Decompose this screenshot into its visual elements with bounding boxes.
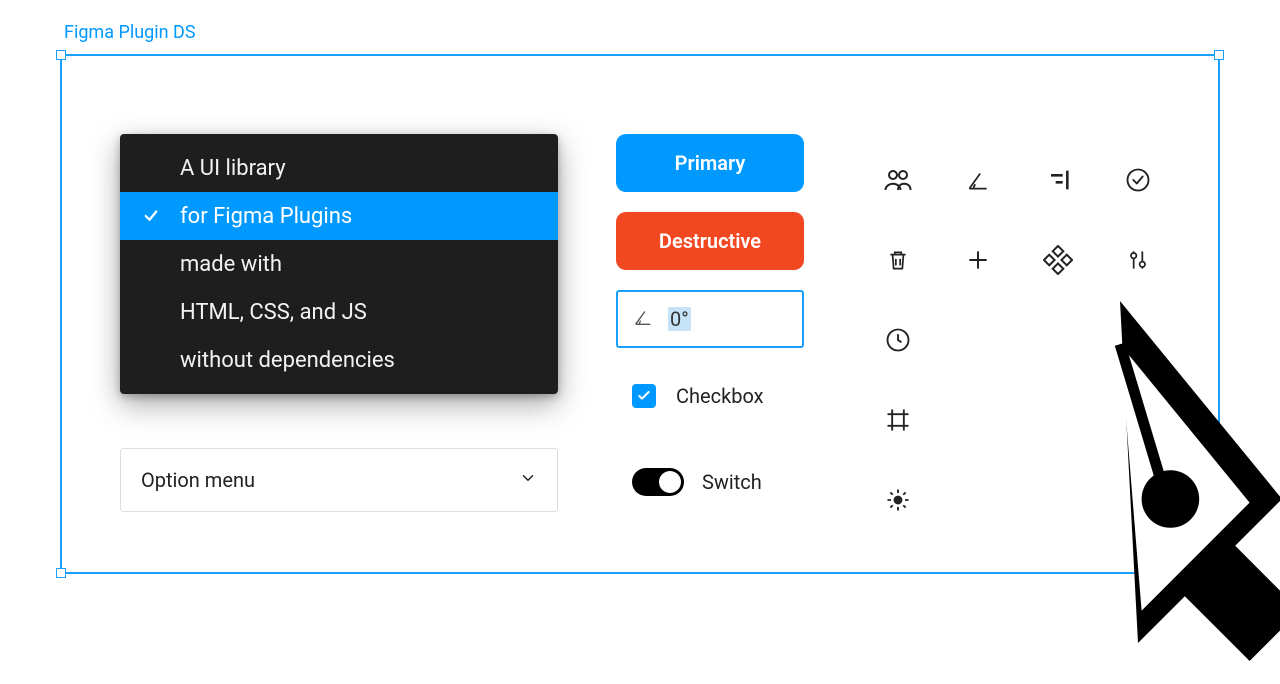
- angle-icon[interactable]: [958, 160, 998, 200]
- menu-item[interactable]: HTML, CSS, and JS: [120, 288, 558, 336]
- frame-label: Figma Plugin DS: [64, 22, 196, 43]
- angle-icon: [632, 306, 654, 333]
- angle-value: 0°: [668, 307, 691, 331]
- resize-handle-tr[interactable]: [1214, 50, 1224, 60]
- check-icon: [140, 205, 162, 227]
- switch-label: Switch: [702, 470, 762, 494]
- adjust-icon[interactable]: [1118, 240, 1158, 280]
- components-icon[interactable]: [1038, 240, 1078, 280]
- align-right-text-icon[interactable]: [1038, 160, 1078, 200]
- button-label: Primary: [675, 151, 746, 175]
- menu-item[interactable]: made with: [120, 240, 558, 288]
- menu-item-selected[interactable]: for Figma Plugins: [120, 192, 558, 240]
- resize-handle-bl[interactable]: [56, 568, 66, 578]
- resize-handle-tl[interactable]: [56, 50, 66, 60]
- switch-toggle[interactable]: [632, 468, 684, 496]
- check-circle-icon[interactable]: [1118, 160, 1158, 200]
- select-label: Option menu: [141, 468, 255, 492]
- check-icon: [636, 388, 652, 404]
- check-placeholder: [140, 349, 162, 371]
- people-icon[interactable]: [878, 160, 918, 200]
- frame-icon[interactable]: [878, 400, 918, 440]
- dropdown-menu: A UI library for Figma Plugins made with…: [120, 134, 558, 394]
- menu-item-label: made with: [180, 252, 282, 277]
- check-placeholder: [140, 157, 162, 179]
- checkbox-row: Checkbox: [632, 384, 764, 408]
- brightness-icon[interactable]: [878, 480, 918, 520]
- trash-icon[interactable]: [878, 240, 918, 280]
- menu-item-label: A UI library: [180, 156, 286, 181]
- button-label: Destructive: [659, 229, 761, 253]
- check-placeholder: [140, 301, 162, 323]
- menu-item-label: without dependencies: [180, 348, 395, 373]
- switch-knob: [659, 471, 681, 493]
- primary-button[interactable]: Primary: [616, 134, 804, 192]
- pen-nib-icon: [940, 300, 1280, 684]
- clock-icon[interactable]: [878, 320, 918, 360]
- checkbox[interactable]: [632, 384, 656, 408]
- switch-row: Switch: [632, 468, 762, 496]
- chevron-down-icon: [519, 468, 537, 492]
- option-select[interactable]: Option menu: [120, 448, 558, 512]
- menu-item[interactable]: A UI library: [120, 144, 558, 192]
- plus-icon[interactable]: [958, 240, 998, 280]
- menu-item-label: for Figma Plugins: [180, 204, 352, 229]
- angle-input[interactable]: 0°: [616, 290, 804, 348]
- menu-item[interactable]: without dependencies: [120, 336, 558, 384]
- menu-item-label: HTML, CSS, and JS: [180, 300, 367, 325]
- checkbox-label: Checkbox: [676, 384, 764, 408]
- destructive-button[interactable]: Destructive: [616, 212, 804, 270]
- check-placeholder: [140, 253, 162, 275]
